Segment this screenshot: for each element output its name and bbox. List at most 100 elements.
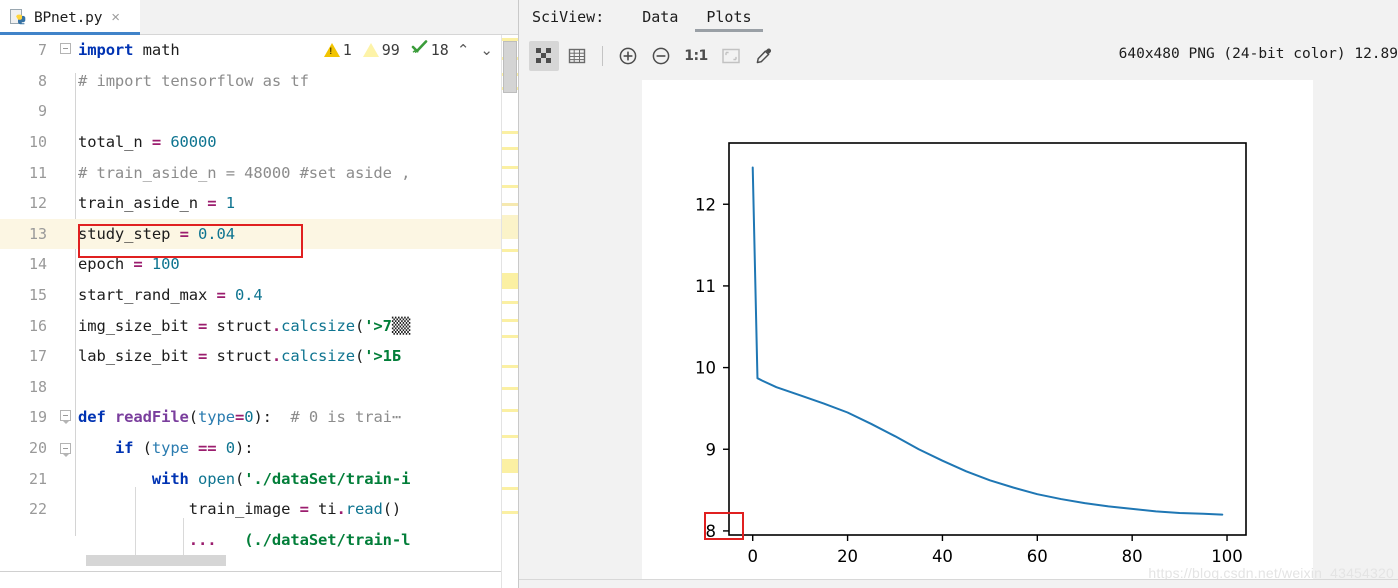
sciview-bottom-strip	[519, 579, 1398, 588]
weak-warning-badge[interactable]: 99	[362, 41, 400, 59]
ide-window: BPnet.py × 7 import math 8 # import tens…	[0, 0, 1398, 588]
line-number: 9	[37, 102, 47, 121]
code-line-8[interactable]: 8 # import tensorflow as tf	[0, 66, 518, 97]
line-number: 19	[28, 408, 47, 427]
code-line-content: lab_size_bit = struct.calcsize('>1Ƃ	[78, 347, 402, 366]
line-number: 10	[28, 133, 47, 152]
code-line-16[interactable]: 16 img_size_bit = struct.calcsize('>7▒▒	[0, 310, 518, 341]
code-line-14[interactable]: 14 epoch = 100	[0, 249, 518, 280]
python-file-icon	[10, 9, 27, 26]
code-line-18[interactable]: 18	[0, 372, 518, 403]
code-line-10[interactable]: 10 total_n = 60000	[0, 127, 518, 158]
line-number: 20	[28, 439, 47, 458]
image-info-label: 640x480 PNG (24-bit color) 12.89	[1118, 46, 1398, 62]
code-line-content: start_rand_max = 0.4	[78, 286, 263, 305]
svg-text:12: 12	[695, 195, 716, 214]
code-line-15[interactable]: 15 start_rand_max = 0.4	[0, 280, 518, 311]
code-line-11[interactable]: 11 # train_aside_n = 48000 #set aside ,	[0, 157, 518, 188]
warning-triangle-icon	[323, 43, 340, 57]
fold-toggle-icon[interactable]	[58, 402, 75, 432]
ok-count: 18	[430, 41, 449, 59]
code-line-content: ... (./dataSet/train-l	[188, 530, 411, 549]
zoom-in-icon[interactable]	[613, 41, 643, 71]
code-line-22[interactable]: 22 train_image = ti.read()	[0, 494, 518, 525]
code-line-content: total_n = 60000	[78, 133, 217, 152]
toolbar-separator	[602, 45, 603, 66]
sciview-toolbar: 1:1 640x480 PNG (24-bit color) 12.89	[519, 33, 1398, 78]
actual-size-icon[interactable]: 1:1	[679, 41, 713, 71]
line-number: 12	[28, 194, 47, 213]
svg-text:40: 40	[932, 547, 953, 566]
line-number: 13	[28, 224, 47, 243]
fold-toggle-icon[interactable]	[58, 433, 75, 463]
scrollbar-thumb[interactable]	[86, 555, 226, 566]
previous-highlight-button[interactable]: ⌃	[454, 41, 473, 59]
code-line-content: with open('./dataSet/train-і	[151, 469, 411, 488]
color-picker-icon[interactable]	[749, 41, 779, 71]
ok-badge[interactable]: 18	[411, 40, 449, 60]
editor-vertical-scrollbar[interactable]	[501, 35, 518, 588]
editor-horizontal-scrollbar[interactable]	[76, 555, 500, 566]
code-line-19[interactable]: 19 def readFile(type=0): # 0 is trai⋯	[0, 402, 518, 433]
code-line-content: # train_aside_n = 48000 #set aside ,	[78, 163, 411, 182]
sciview-pane: SciView: Data Plots 1:1 640x480 PNG (24-…	[519, 0, 1398, 588]
code-line-9[interactable]: 9	[0, 96, 518, 127]
line-number: 17	[28, 347, 47, 366]
editor-tab-label: BPnet.py	[34, 9, 103, 26]
line-number: 8	[37, 71, 47, 90]
error-badge[interactable]: 1	[323, 41, 352, 59]
weak-warning-triangle-icon	[362, 43, 379, 57]
code-line-17[interactable]: 17 lab_size_bit = struct.calcsize('>1Ƃ	[0, 341, 518, 372]
transparency-checkerboard-icon[interactable]	[529, 40, 559, 71]
checkmark-icon	[411, 40, 428, 60]
line-number: 11	[28, 163, 47, 182]
line-number: 18	[28, 377, 47, 396]
grid-icon[interactable]	[562, 41, 592, 71]
line-number: 7	[37, 41, 47, 60]
code-line-12[interactable]: 12 train_aside_n = 1	[0, 188, 518, 219]
warning-count: 99	[381, 41, 400, 59]
code-line-content: train_aside_n = 1	[78, 194, 235, 213]
line-number: 16	[28, 316, 47, 335]
tabbar-empty-space	[140, 0, 518, 35]
code-line-partial[interactable]: ... (./dataSet/train-l	[0, 525, 518, 556]
fit-to-screen-icon[interactable]	[716, 41, 746, 71]
next-highlight-button[interactable]: ⌄	[477, 41, 496, 59]
code-line-content: import math	[78, 41, 180, 60]
tab-plots[interactable]: Plots	[692, 8, 765, 33]
code-line-content: # import tensorflow as tf	[78, 71, 309, 90]
zoom-out-icon[interactable]	[646, 41, 676, 71]
code-line-21[interactable]: 21 with open('./dataSet/train-і	[0, 463, 518, 494]
svg-text:0: 0	[747, 547, 758, 566]
svg-text:10: 10	[695, 359, 716, 378]
code-line-content: def readFile(type=0): # 0 is trai⋯	[78, 408, 402, 427]
code-line-content: if (type == 0):	[114, 439, 254, 458]
code-line-content: img_size_bit = struct.calcsize('>7▒▒	[78, 316, 411, 335]
matplotlib-figure: 0 20 40 60 80 100 8 9 10 11 12	[642, 80, 1313, 583]
code-line-13[interactable]: 13 study_step = 0.04	[0, 218, 518, 250]
close-icon[interactable]: ×	[109, 10, 122, 25]
tab-data[interactable]: Data	[628, 8, 692, 33]
fold-toggle-icon[interactable]	[58, 35, 75, 65]
editor-tab-bpnet[interactable]: BPnet.py ×	[0, 0, 140, 35]
error-count: 1	[342, 41, 352, 59]
svg-text:100: 100	[1211, 547, 1243, 566]
svg-text:11: 11	[695, 277, 716, 296]
plot-image[interactable]: 0 20 40 60 80 100 8 9 10 11 12	[642, 80, 1313, 583]
code-line-20[interactable]: 20 if (type == 0):	[0, 433, 518, 464]
code-area[interactable]: 7 import math 8 # import tensorflow as t…	[0, 35, 518, 588]
svg-text:20: 20	[837, 547, 858, 566]
line-number: 14	[28, 255, 47, 274]
scrollbar-thumb[interactable]	[503, 41, 517, 93]
svg-text:80: 80	[1122, 547, 1143, 566]
